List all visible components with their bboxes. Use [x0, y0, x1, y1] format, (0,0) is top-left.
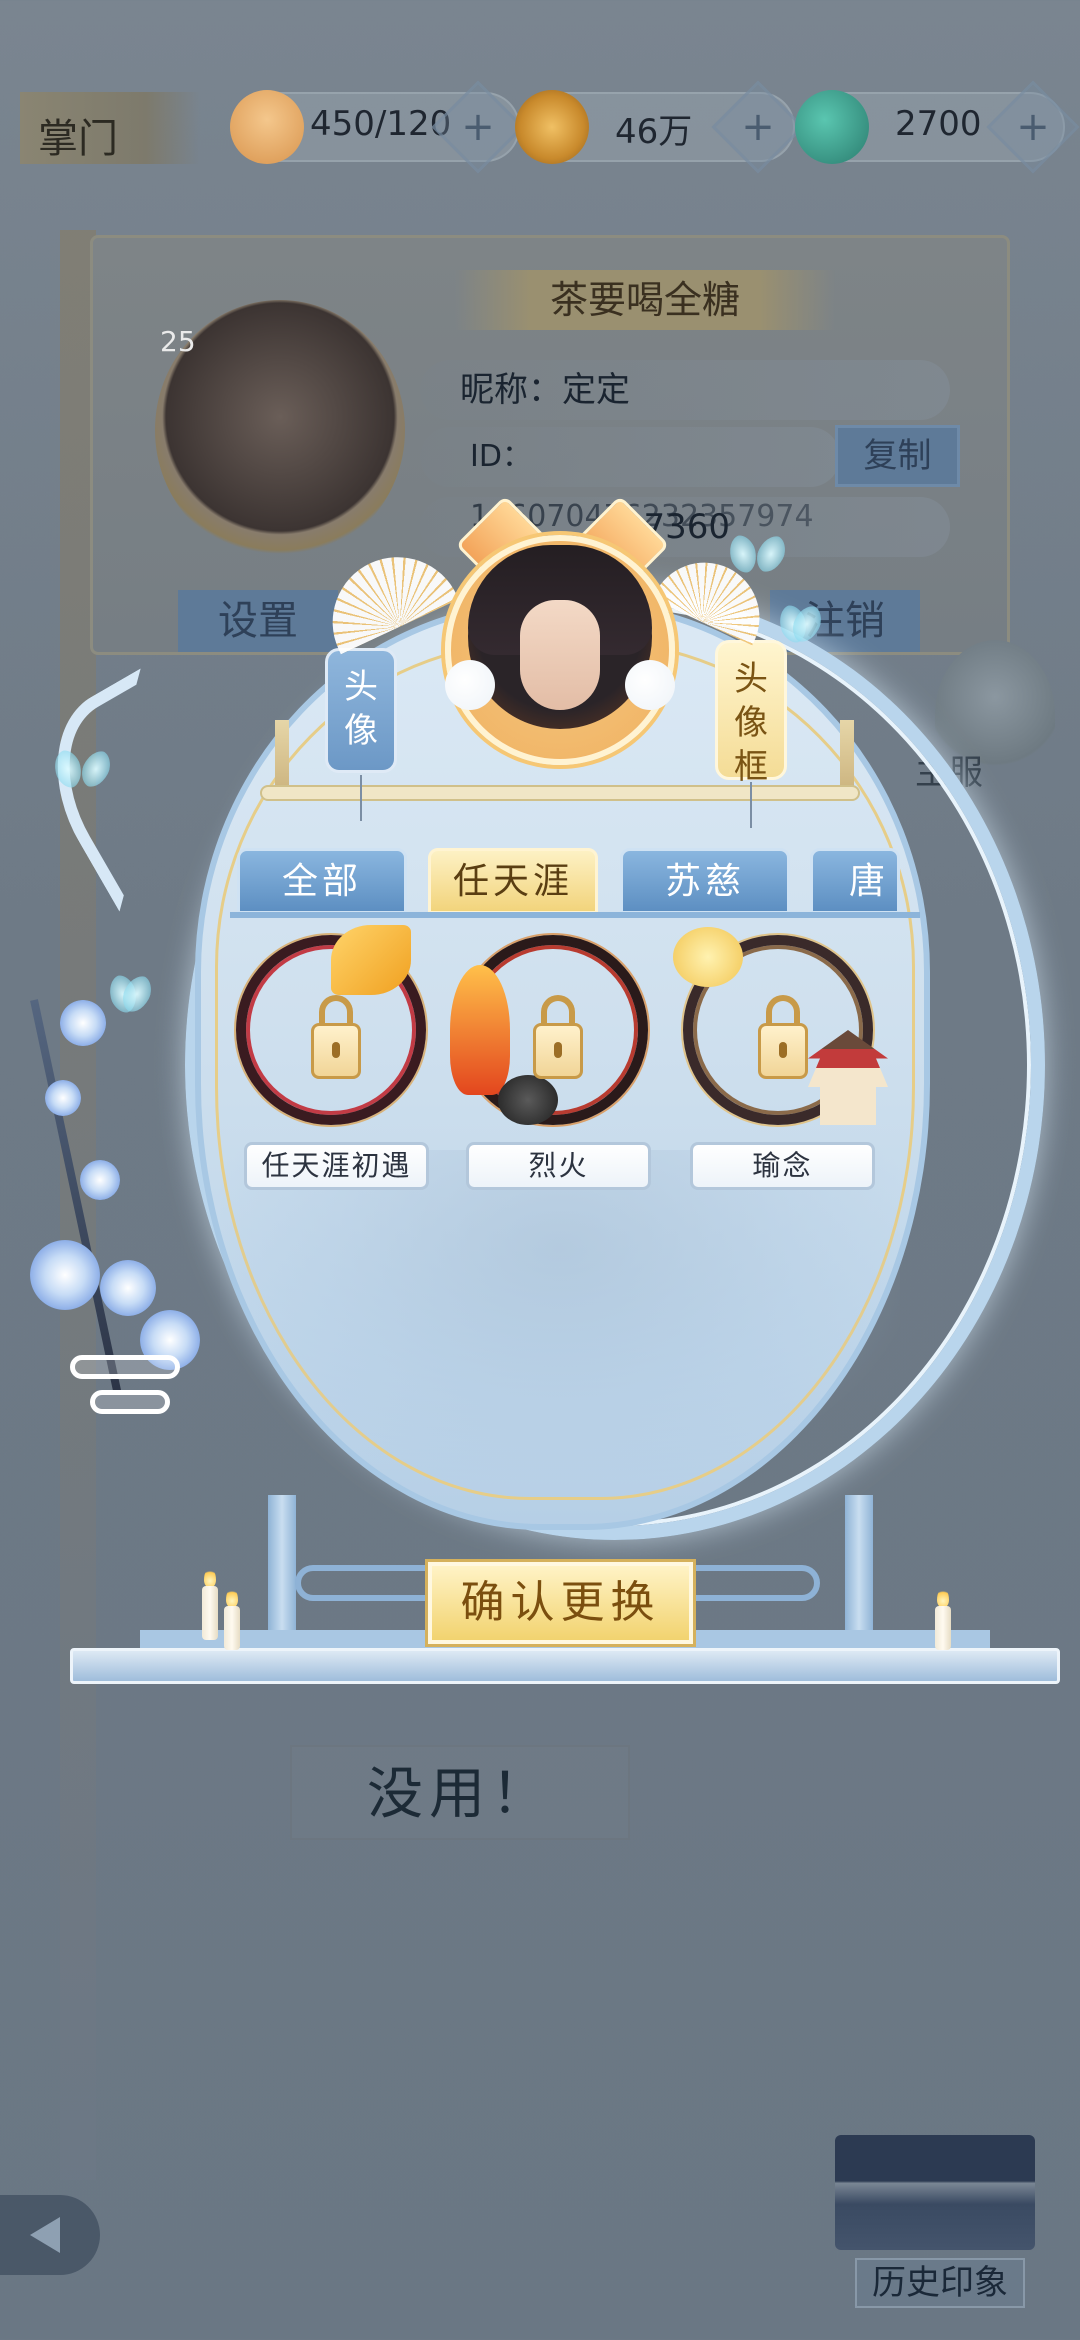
flower-icon [30, 1240, 100, 1310]
hanging-scroll-bar [260, 785, 860, 801]
tab-underline [230, 912, 920, 918]
tab-su-ci[interactable]: 苏慈 [620, 848, 790, 914]
frame-item-blazing-fire[interactable] [450, 935, 658, 1135]
jade-value: 2700 [895, 104, 982, 144]
copy-id-button[interactable]: 复制 [835, 425, 960, 487]
frame-item-yu-nian[interactable] [673, 927, 888, 1135]
player-title: 茶要喝全糖 [455, 270, 835, 330]
frame-name-label: 任天涯初遇 [244, 1142, 429, 1190]
lock-icon [311, 1023, 361, 1079]
role-label: 掌门 [20, 92, 200, 164]
tab-avatar[interactable]: 头像 [325, 648, 397, 773]
frame-name-label: 烈火 [466, 1142, 651, 1190]
tag-string [750, 782, 752, 828]
flame-icon [450, 965, 510, 1095]
butterfly-icon [780, 605, 820, 645]
useless-speech-box: 没用！ [290, 1745, 630, 1840]
landscape-mist [220, 1150, 900, 1480]
butterfly-icon [110, 975, 150, 1015]
flower-icon [80, 1160, 120, 1200]
cloud-ornament [90, 1390, 170, 1414]
smoke-icon [498, 1075, 558, 1125]
cat-food-icon [230, 90, 304, 164]
butterfly-icon [55, 750, 109, 790]
tab-ren-tianya[interactable]: 任天涯 [428, 848, 598, 914]
lock-icon [533, 1023, 583, 1079]
history-books-icon[interactable] [835, 2135, 1035, 2250]
back-button[interactable] [0, 2195, 100, 2275]
preview-avatar-face [520, 600, 600, 710]
level-badge: 25 [160, 325, 196, 358]
tab-tang[interactable]: 唐 [810, 848, 900, 914]
frame-item-ren-tianya-first-meet[interactable] [236, 925, 436, 1135]
tag-string [360, 775, 362, 821]
cloud-ornament [70, 1355, 180, 1379]
candle [935, 1606, 951, 1650]
tab-all[interactable]: 全部 [237, 848, 407, 914]
frame-puff-left [445, 660, 495, 710]
candle [224, 1606, 240, 1650]
tab-avatar-frame[interactable]: 头像框 [715, 640, 787, 787]
candle [202, 1586, 218, 1640]
flower-icon [100, 1260, 156, 1316]
golden-leaf-icon [331, 925, 411, 995]
frame-name-label: 瑜念 [690, 1142, 875, 1190]
moon-icon [673, 927, 743, 987]
lock-icon [758, 1023, 808, 1079]
butterfly-icon [730, 535, 784, 575]
flower-icon [60, 1000, 106, 1046]
back-arrow-icon [30, 2217, 60, 2253]
flower-icon [45, 1080, 81, 1116]
coin-value: 46万 [615, 112, 693, 152]
jade-icon [795, 90, 869, 164]
confirm-change-button[interactable]: 确认更换 [428, 1562, 693, 1644]
frame-puff-right [625, 660, 675, 710]
candle-flame [204, 1568, 216, 1588]
candle-flame [226, 1588, 238, 1608]
id-row: ID：146070476232357974 [420, 427, 840, 534]
stand-base [70, 1648, 1060, 1684]
copper-coin-icon [515, 90, 589, 164]
nickname-row: 昵称：定定 [420, 360, 950, 420]
candle-flame [937, 1588, 949, 1608]
settings-button[interactable]: 设置 [178, 590, 338, 652]
stamina-value: 450/120 [310, 104, 452, 144]
history-impression-button[interactable]: 历史印象 [855, 2258, 1025, 2308]
